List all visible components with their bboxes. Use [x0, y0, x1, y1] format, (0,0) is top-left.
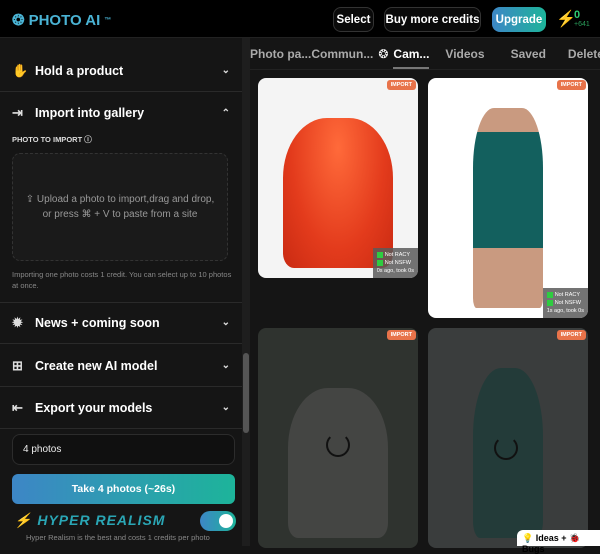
- import-badge: IMPORT: [556, 80, 586, 90]
- upload-dropzone[interactable]: ⇪ Upload a photo to import,drag and drop…: [12, 153, 228, 261]
- photo-time: 1s ago, took 0s: [546, 308, 584, 314]
- nsfw-status: Not NSFW: [384, 260, 411, 266]
- credit-count: 0: [574, 9, 581, 21]
- photo-subject: [288, 388, 388, 538]
- photo-subject: [283, 118, 393, 268]
- gallery-photo-loading[interactable]: IMPORT: [258, 328, 418, 548]
- buy-credits-button[interactable]: Buy more credits: [384, 7, 481, 32]
- check-icon: [376, 251, 383, 258]
- scrollbar-thumb[interactable]: [243, 353, 249, 433]
- take-photos-button[interactable]: Take 4 photos (~26s): [12, 474, 235, 504]
- tab-deleted[interactable]: Deleted: [568, 47, 600, 61]
- logo[interactable]: ❂ PHOTO AI ™: [12, 11, 112, 30]
- import-badge: IMPORT: [556, 330, 586, 340]
- top-bar: ❂ PHOTO AI ™ Select Buy more credits Upgra…: [0, 0, 600, 38]
- section-label: Hold a product: [35, 63, 124, 78]
- gallery-photo-loading[interactable]: IMPORT: [428, 328, 588, 548]
- chevron-up-icon: ⌃: [221, 107, 230, 119]
- chevron-down-icon: ⌄: [221, 317, 230, 328]
- upgrade-button[interactable]: Upgrade: [492, 7, 546, 32]
- trademark: ™: [104, 16, 112, 24]
- photo-subject: [473, 108, 543, 308]
- racy-status: Not RACY: [554, 292, 581, 298]
- sidebar-scrollbar[interactable]: [242, 38, 250, 546]
- help-icon[interactable]: ⓘ: [84, 135, 92, 144]
- aperture-icon: ❂: [12, 12, 25, 29]
- import-badge: IMPORT: [386, 330, 416, 340]
- import-note: Importing one photo costs 1 credit. You …: [12, 270, 232, 290]
- select-button[interactable]: Select: [333, 7, 374, 32]
- section-news[interactable]: ✹ News + coming soon ⌄: [0, 302, 242, 344]
- tab-photo-packs[interactable]: Photo pa...: [250, 47, 311, 61]
- chevron-down-icon: ⌄: [221, 402, 230, 413]
- lightning-icon: ⚡: [14, 512, 33, 528]
- section-hold-product[interactable]: ✋ Hold a product ⌄: [0, 50, 242, 92]
- import-badge: IMPORT: [386, 80, 416, 90]
- check-icon: [546, 299, 553, 306]
- badge-icon: ✹: [12, 314, 23, 330]
- photo-meta: Not RACY Not NSFW 0s ago, took 0s: [372, 248, 418, 278]
- feedback-button[interactable]: 💡 Ideas + 🐞 Bugs: [517, 530, 600, 554]
- section-label: Import into gallery: [35, 106, 145, 120]
- gallery-tabs: Photo pa... Commun... ❂ Cam... Videos Sa…: [250, 38, 600, 70]
- export-icon: ⇤: [12, 399, 23, 415]
- check-icon: [376, 259, 383, 266]
- section-create-model[interactable]: ⊞ Create new AI model ⌄: [0, 345, 242, 387]
- gallery-photo[interactable]: IMPORT Not RACY Not NSFW 0s ago, took 0s: [258, 78, 418, 278]
- tab-community[interactable]: Commun...: [311, 47, 373, 61]
- nsfw-status: Not NSFW: [554, 300, 581, 306]
- chevron-down-icon: ⌄: [221, 360, 230, 371]
- tab-videos[interactable]: Videos: [445, 47, 484, 61]
- section-label: Export your models: [35, 400, 153, 415]
- photo-count-select[interactable]: 4 photos: [12, 434, 235, 465]
- import-icon: ⇥: [12, 105, 23, 120]
- toggle-knob: [219, 514, 233, 528]
- photo-meta: Not RACY Not NSFW 1s ago, took 0s: [542, 288, 588, 318]
- hyper-realism-label: ⚡ HYPER REALISM: [14, 512, 165, 529]
- chevron-down-icon: ⌄: [221, 65, 230, 76]
- photo-time: 0s ago, took 0s: [376, 268, 414, 274]
- check-icon: [546, 291, 553, 298]
- loading-spinner-icon: [494, 436, 518, 460]
- lightning-icon: ⚡: [556, 11, 576, 28]
- dropzone-text: Upload a photo to import,drag and drop, …: [36, 194, 215, 220]
- credits: 0 +641: [574, 9, 590, 28]
- section-export-models[interactable]: ⇤ Export your models ⌄: [0, 387, 242, 429]
- hand-icon: ✋: [12, 62, 29, 78]
- upload-icon: ⇪: [25, 194, 37, 205]
- hyper-realism-toggle[interactable]: [200, 511, 236, 531]
- hyper-realism-text: HYPER REALISM: [37, 512, 166, 528]
- logo-text: PHOTO AI: [28, 11, 101, 29]
- racy-status: Not RACY: [384, 252, 411, 258]
- photo-to-import-label: PHOTO TO IMPORT ⓘ: [12, 134, 92, 145]
- tab-saved[interactable]: Saved: [511, 47, 546, 61]
- add-model-icon: ⊞: [12, 357, 23, 373]
- loading-spinner-icon: [326, 433, 350, 457]
- label-text: PHOTO TO IMPORT: [12, 135, 83, 144]
- section-label: Create new AI model: [35, 358, 158, 373]
- section-import[interactable]: ⇥ Import into gallery ⌃: [0, 92, 242, 134]
- tab-camera[interactable]: Cam...: [393, 47, 430, 69]
- gallery-photo[interactable]: IMPORT Not RACY Not NSFW 1s ago, took 0s: [428, 78, 588, 318]
- credit-bonus: +641: [574, 21, 590, 28]
- camera-icon: ❂: [378, 46, 389, 61]
- hyper-realism-note: Hyper Realism is the best and costs 1 cr…: [26, 533, 210, 542]
- section-label: News + coming soon: [35, 315, 160, 330]
